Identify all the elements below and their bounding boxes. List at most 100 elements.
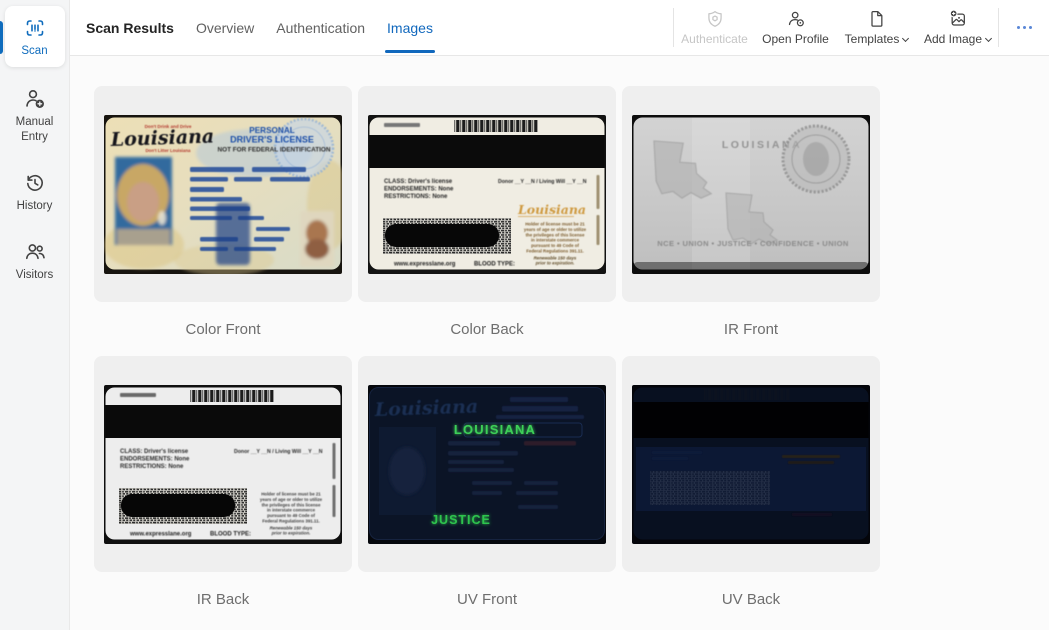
back-notice-6: Federal Regulations 391.11.: [526, 248, 584, 253]
toolbar: Authenticate Open Profile Templates: [673, 0, 1049, 55]
pdf417-faint: [650, 471, 770, 505]
back-notice-3: the privileges of this license: [262, 502, 321, 507]
authenticate-button[interactable]: Authenticate: [674, 0, 755, 55]
toolbar-button-label: Authenticate: [681, 32, 748, 46]
add-image-button[interactable]: Add Image: [917, 0, 998, 55]
more-options-button[interactable]: [999, 0, 1049, 55]
person-add-icon: [23, 87, 47, 111]
sidebar-item-history[interactable]: History: [5, 165, 65, 220]
uv-state-script: Louisiana: [373, 395, 478, 421]
back-renewal-2: prior to expiration.: [271, 530, 311, 535]
back-donor: Donor __Y __N / Living Will __Y __N: [234, 449, 323, 455]
magnetic-stripe: [370, 135, 605, 168]
image-label: IR Front: [622, 302, 880, 356]
image-label: UV Front: [358, 572, 616, 626]
active-item-indicator: [0, 21, 3, 54]
open-profile-button[interactable]: Open Profile: [755, 0, 836, 55]
image-label: Color Back: [358, 302, 616, 356]
top-barcode-faint: [704, 389, 790, 400]
back-renewal-2: prior to expiration.: [535, 260, 575, 265]
tab-images[interactable]: Images: [385, 0, 435, 55]
uv-justice-word: JUSTICE: [431, 513, 491, 527]
tile-color-front: Don't Drink and Drive Louisiana Don't Li…: [94, 86, 352, 356]
back-website: www.expresslane.org: [393, 261, 456, 267]
history-icon: [23, 171, 47, 195]
toolbar-button-label: Open Profile: [762, 32, 829, 46]
image-label: UV Back: [622, 572, 880, 626]
people-icon: [23, 240, 47, 264]
back-restrictions: RESTRICTIONS: None: [120, 464, 184, 470]
back-state-script: Louisiana: [517, 202, 586, 217]
add-image-icon: [948, 9, 968, 29]
topbar: Scan Results Overview Authentication Ima…: [70, 0, 1049, 56]
sidebar-item-visitors[interactable]: Visitors: [5, 234, 65, 289]
uv-back-image: [632, 385, 870, 544]
back-blood-type: BLOOD TYPE:: [474, 261, 515, 267]
tab-authentication[interactable]: Authentication: [274, 0, 367, 55]
toolbar-button-label: Add Image: [924, 32, 982, 46]
tab-overview[interactable]: Overview: [194, 0, 256, 55]
ir-back-thumbnail[interactable]: CLASS: Driver's license ENDORSEMENTS: No…: [94, 356, 352, 572]
uv-state-name: LOUISIANA: [454, 422, 536, 437]
templates-button[interactable]: Templates: [836, 0, 917, 55]
magnetic-stripe: [106, 405, 341, 438]
color-back-thumbnail[interactable]: CLASS: Driver's license ENDORSEMENTS: No…: [358, 86, 616, 302]
image-label: Color Front: [94, 302, 352, 356]
tile-uv-back: UV Back: [622, 356, 880, 626]
back-donor: Donor __Y __N / Living Will __Y __N: [498, 179, 587, 185]
image-grid: Don't Drink and Drive Louisiana Don't Li…: [94, 86, 1049, 626]
sidebar-item-label: Manual Entry: [8, 115, 62, 145]
back-restrictions: RESTRICTIONS: None: [384, 194, 448, 200]
back-notice-3: the privileges of this license: [526, 232, 585, 237]
sidebar-item-label: Scan: [8, 44, 62, 59]
image-label: IR Back: [94, 572, 352, 626]
capitol-watermark: [216, 203, 250, 265]
back-notice-2: years of age or older to utilize: [260, 496, 323, 501]
tile-ir-front: LOUISIANA NCE • UNION • JUSTICE • CONFID…: [622, 86, 880, 356]
ir-back-image: CLASS: Driver's license ENDORSEMENTS: No…: [104, 385, 342, 544]
uv-front-thumbnail[interactable]: Louisiana: [358, 356, 616, 572]
back-endorsements: ENDORSEMENTS: None: [384, 186, 454, 192]
toolbar-button-label: Templates: [845, 32, 900, 46]
back-notice-5: pursuant to 49 Code of: [267, 513, 315, 518]
ir-state-seal: [783, 126, 849, 192]
more-dots-icon: [1023, 26, 1026, 29]
redaction-blob: [121, 494, 235, 517]
color-front-thumbnail[interactable]: Don't Drink and Drive Louisiana Don't Li…: [94, 86, 352, 302]
images-panel: Don't Drink and Drive Louisiana Don't Li…: [70, 56, 1049, 630]
tile-ir-back: CLASS: Driver's license ENDORSEMENTS: No…: [94, 356, 352, 626]
uv-back-thumbnail[interactable]: [622, 356, 880, 572]
top-barcode: [190, 390, 274, 402]
serial-number-blur: [384, 123, 420, 127]
sidebar-item-manual-entry[interactable]: Manual Entry: [5, 81, 65, 151]
tile-uv-front: Louisiana: [358, 356, 616, 626]
front-warning-bottom: Don't Litter Louisiana: [146, 148, 192, 153]
templates-document-icon: [867, 9, 887, 29]
portrait-photo: [115, 157, 172, 245]
magnetic-stripe: [634, 402, 869, 438]
sidebar-item-label: Visitors: [8, 268, 62, 283]
ir-motto: NCE • UNION • JUSTICE • CONFIDENCE • UNI…: [657, 239, 849, 248]
authenticate-shield-icon: [705, 9, 725, 29]
back-notice-5: pursuant to 49 Code of: [531, 243, 579, 248]
color-front-image: Don't Drink and Drive Louisiana Don't Li…: [104, 115, 342, 274]
back-notice-1: Holder of license must be 21: [261, 491, 321, 496]
sidebar-item-scan[interactable]: Scan: [5, 6, 65, 67]
back-notice-4: in interstate commerce: [531, 237, 580, 242]
back-website: www.expresslane.org: [129, 531, 192, 537]
back-notice-2: years of age or older to utilize: [524, 226, 587, 231]
ghost-photo: [300, 211, 334, 267]
sidebar-item-label: History: [8, 199, 62, 214]
back-notice-4: in interstate commerce: [267, 507, 316, 512]
tab-scan-results[interactable]: Scan Results: [84, 0, 176, 55]
ir-front-thumbnail[interactable]: LOUISIANA NCE • UNION • JUSTICE • CONFID…: [622, 86, 880, 302]
top-barcode: [454, 120, 538, 132]
back-notice-6: Federal Regulations 391.11.: [262, 518, 320, 523]
open-profile-person-icon: [786, 9, 806, 29]
back-blood-type: BLOOD TYPE:: [210, 531, 251, 537]
chevron-down-icon: [902, 34, 909, 41]
more-dots-icon: [1017, 26, 1020, 29]
front-header-3: NOT FOR FEDERAL IDENTIFICATION: [217, 146, 330, 153]
front-header-2: DRIVER'S LICENSE: [230, 134, 314, 144]
more-dots-icon: [1029, 26, 1032, 29]
